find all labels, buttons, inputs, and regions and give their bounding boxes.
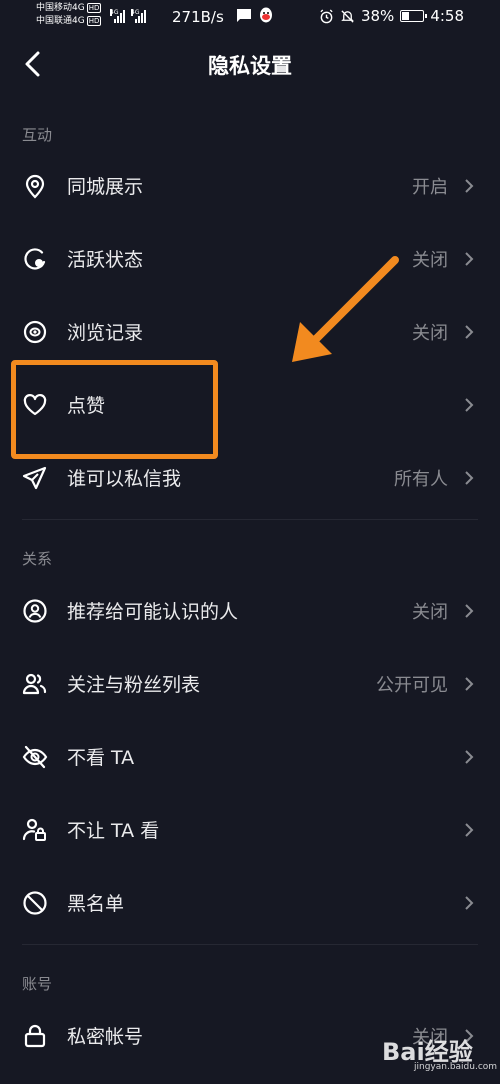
notification-icons xyxy=(236,7,274,25)
signal-icons: 4G 4G xyxy=(110,9,146,23)
nav-header: 隐私设置 xyxy=(0,36,500,94)
setting-label: 同城展示 xyxy=(67,176,144,198)
chevron-right-icon xyxy=(465,823,474,837)
carrier-2: 中国联通4G xyxy=(36,16,85,26)
section-label-relation: 关系 xyxy=(22,550,53,568)
hd-badge: HD xyxy=(86,2,102,13)
setting-value: 公开可见 xyxy=(376,675,448,696)
hd-badge: HD xyxy=(86,15,102,26)
setting-row-follow-list[interactable]: 关注与粉丝列表 公开可见 xyxy=(0,648,500,720)
setting-label: 私密帐号 xyxy=(67,1026,144,1048)
setting-value: 关闭 xyxy=(412,602,448,623)
eye-icon xyxy=(23,320,47,344)
qq-icon xyxy=(260,7,272,23)
setting-label: 活跃状态 xyxy=(67,249,144,271)
users-icon xyxy=(22,673,47,695)
setting-row-active-status[interactable]: 活跃状态 关闭 xyxy=(0,223,500,295)
section-label-account: 账号 xyxy=(22,975,53,993)
network-speed: 271B/s xyxy=(172,8,224,26)
chevron-right-icon xyxy=(465,604,474,618)
setting-label: 浏览记录 xyxy=(67,322,144,344)
setting-value: 关闭 xyxy=(412,250,448,271)
chevron-right-icon xyxy=(465,750,474,764)
setting-label: 推荐给可能认识的人 xyxy=(67,601,239,623)
message-icon xyxy=(237,9,251,22)
baidu-watermark: Bai经验 jingyan.baidu.com xyxy=(382,1028,497,1078)
setting-value: 所有人 xyxy=(394,469,448,490)
carrier-1: 中国移动4G xyxy=(36,3,85,13)
setting-value: 开启 xyxy=(412,177,448,198)
block-icon xyxy=(23,891,47,915)
lock-icon xyxy=(24,1024,46,1048)
chevron-right-icon xyxy=(465,471,474,485)
setting-row-not-let-see[interactable]: 不让 TA 看 xyxy=(0,794,500,866)
setting-label: 黑名单 xyxy=(67,893,125,915)
chevron-right-icon xyxy=(465,896,474,910)
setting-row-nearby[interactable]: 同城展示 开启 xyxy=(0,150,500,222)
user-circle-icon xyxy=(23,599,47,623)
setting-label: 不看 TA xyxy=(67,747,135,769)
annotation-arrow-icon xyxy=(292,256,399,362)
status-right: 38% 4:58 xyxy=(319,7,464,25)
chevron-right-icon xyxy=(465,677,474,691)
eye-off-icon xyxy=(22,745,48,769)
highlight-annotation-box xyxy=(11,360,218,459)
setting-row-recommend[interactable]: 推荐给可能认识的人 关闭 xyxy=(0,575,500,647)
signal-icon: 4G xyxy=(110,9,125,23)
setting-label: 关注与粉丝列表 xyxy=(67,674,201,696)
setting-row-browse-history[interactable]: 浏览记录 关闭 xyxy=(0,296,500,368)
chevron-right-icon xyxy=(465,398,474,412)
chevron-right-icon xyxy=(465,325,474,339)
chevron-right-icon xyxy=(465,252,474,266)
user-lock-icon xyxy=(22,818,46,841)
send-icon xyxy=(22,466,47,490)
status-bar: 中国移动4G HD 中国联通4G HD 4G 4G 271B/s 38% 4:58 xyxy=(0,0,500,36)
setting-label: 谁可以私信我 xyxy=(67,468,182,490)
setting-value: 关闭 xyxy=(412,323,448,344)
page-title: 隐私设置 xyxy=(208,54,292,78)
watermark-url: jingyan.baidu.com xyxy=(414,1062,498,1072)
alarm-icon xyxy=(320,8,333,23)
active-status-icon xyxy=(24,248,46,270)
carrier-info: 中国移动4G HD 中国联通4G HD xyxy=(36,2,102,28)
section-divider xyxy=(22,519,478,520)
signal-icon: 4G xyxy=(131,9,146,23)
setting-row-not-see[interactable]: 不看 TA xyxy=(0,721,500,793)
battery-icon xyxy=(400,10,428,22)
section-divider xyxy=(22,944,478,945)
clock: 4:58 xyxy=(430,7,464,25)
section-label-interaction: 互动 xyxy=(22,126,53,144)
setting-row-blacklist[interactable]: 黑名单 xyxy=(0,867,500,939)
mute-bell-icon xyxy=(341,9,354,23)
battery-percent: 38% xyxy=(360,7,395,25)
location-pin-icon xyxy=(25,174,45,199)
chevron-right-icon xyxy=(465,179,474,193)
setting-label: 不让 TA 看 xyxy=(67,820,160,842)
